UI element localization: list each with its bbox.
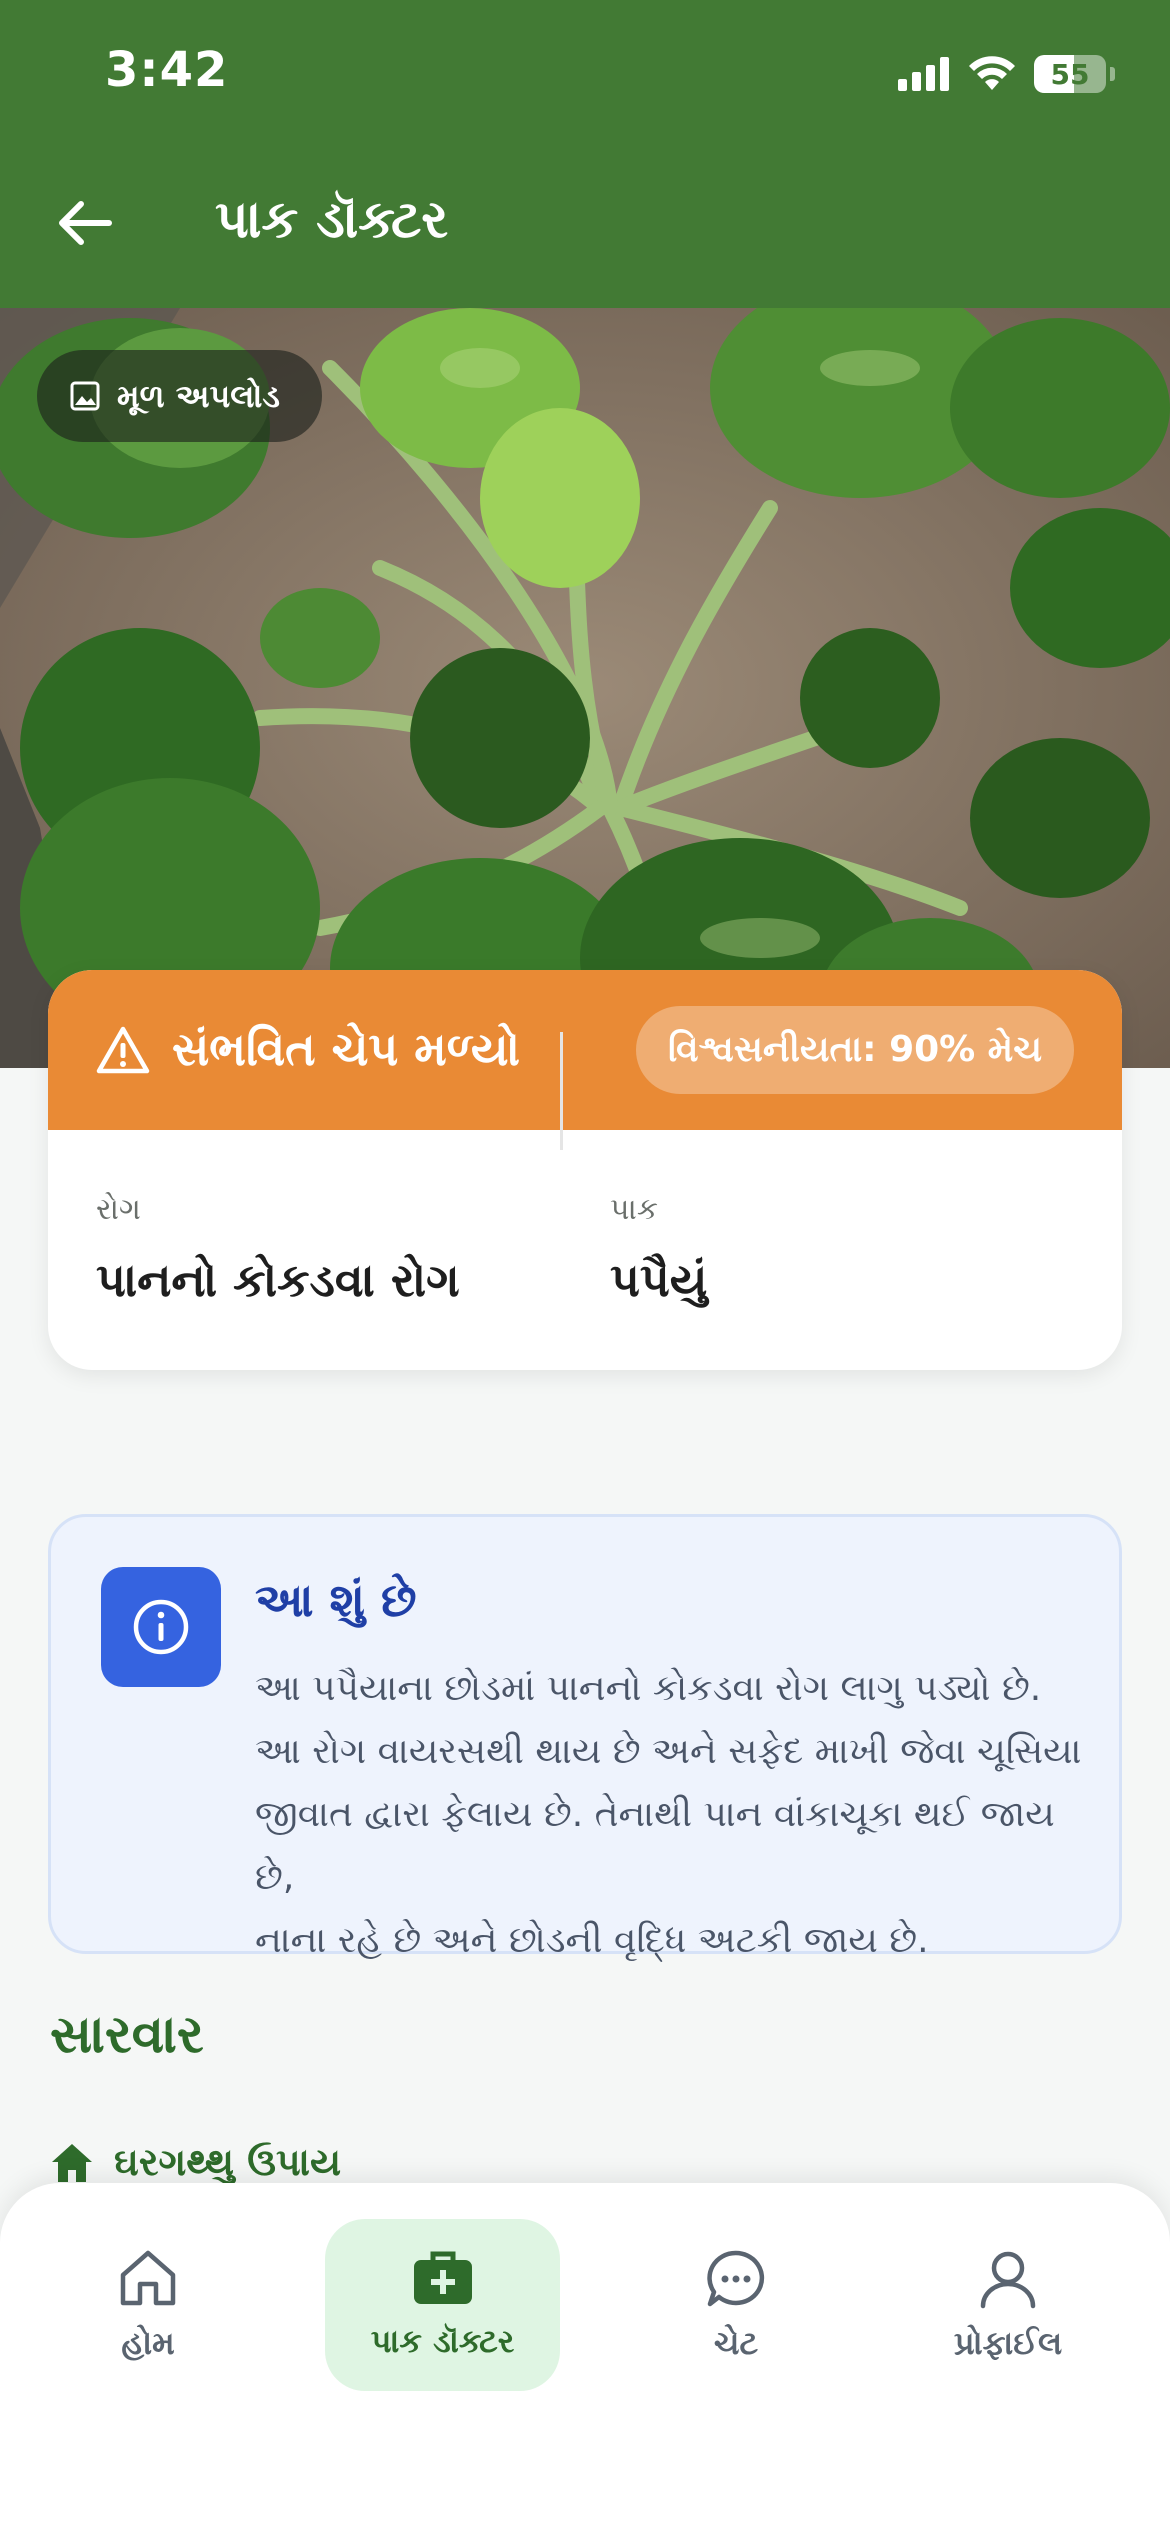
info-line: જીવાત દ્વારા ફેલાય છે. તેનાથી પાન વાંકાચ… bbox=[255, 1794, 1055, 1898]
battery-icon: 55 bbox=[1034, 55, 1106, 93]
original-upload-label: મૂળ અપલોડ bbox=[117, 376, 280, 415]
disease-value: પાનનો કોકડવા રોગ bbox=[96, 1253, 460, 1307]
info-icon bbox=[101, 1567, 221, 1687]
info-line: આ પપૈયાના છોડમાં પાનનો કોકડવા રોગ લાગુ પ… bbox=[255, 1668, 1042, 1709]
arrow-left-icon bbox=[59, 201, 112, 245]
app-header: 3:42 55 પાક ડૉક્ટર bbox=[0, 0, 1170, 308]
home-icon bbox=[120, 2250, 176, 2305]
disease-label: રોગ bbox=[96, 1192, 141, 1227]
back-button[interactable] bbox=[50, 188, 120, 258]
nav-profile-label: પ્રોફાઈલ bbox=[953, 2323, 1063, 2362]
status-icons: 55 bbox=[898, 50, 1115, 98]
crop-label: પાક bbox=[610, 1192, 658, 1227]
medical-kit-icon bbox=[413, 2251, 472, 2304]
disease-field: રોગ પાનનો કોકડવા રોગ bbox=[48, 1130, 560, 1370]
info-title: આ શું છે bbox=[255, 1573, 417, 1627]
wifi-icon bbox=[969, 56, 1015, 90]
status-time: 3:42 bbox=[105, 42, 229, 98]
battery-level: 55 bbox=[1050, 57, 1090, 91]
original-upload-button[interactable]: મૂળ અપલોડ bbox=[37, 350, 322, 442]
treatment-heading: સારવાર bbox=[50, 2005, 204, 2065]
diagnosis-header: સંભવિત ચેપ મળ્યો વિશ્વસનીયતા: 90% મેચ bbox=[48, 970, 1122, 1130]
nav-bar: પાક ડૉક્ટર bbox=[0, 170, 1170, 280]
nav-chat[interactable]: ચેટ bbox=[648, 2219, 824, 2391]
image-icon bbox=[70, 381, 100, 411]
home-remedies-heading[interactable]: ઘરગથ્થુ ઉપાય bbox=[50, 2140, 341, 2185]
crop-value: પપૈયું bbox=[610, 1253, 708, 1307]
bottom-navigation: હોમ પાક ડૉક્ટર ચેટ પ્રોફાઈલ bbox=[0, 2183, 1170, 2532]
crop-field: પાક પપૈયું bbox=[560, 1130, 1122, 1370]
nav-home[interactable]: હોમ bbox=[60, 2219, 236, 2391]
diagnosis-title: સંભવિત ચેપ મળ્યો bbox=[172, 1022, 521, 1076]
info-line: નાના રહે છે અને છોડની વૃદ્ધિ અટકી જાય છે… bbox=[255, 1920, 929, 1961]
home-filled-icon bbox=[52, 2143, 92, 2182]
what-is-this-box: આ શું છે આ પપૈયાના છોડમાં પાનનો કોકડવા ર… bbox=[48, 1514, 1122, 1961]
nav-chat-label: ચેટ bbox=[713, 2323, 759, 2362]
chat-icon bbox=[707, 2250, 765, 2306]
user-icon bbox=[980, 2251, 1036, 2308]
nav-crop-doctor[interactable]: પાક ડૉક્ટર bbox=[325, 2219, 560, 2391]
warning-icon bbox=[96, 1026, 150, 1074]
nav-crop-doctor-label: પાક ડૉક્ટર bbox=[370, 2321, 515, 2360]
diagnosis-card: સંભવિત ચેપ મળ્યો વિશ્વસનીયતા: 90% મેચ રો… bbox=[48, 970, 1122, 1370]
signal-icon bbox=[898, 57, 949, 91]
confidence-badge: વિશ્વસનીયતા: 90% મેચ bbox=[636, 1006, 1074, 1094]
page-title: પાક ડૉક્ટર bbox=[215, 190, 449, 250]
home-remedies-label: ઘરગથ્થુ ઉપાય bbox=[114, 2140, 342, 2184]
info-line: આ રોગ વાયરસથી થાય છે અને સફેદ માખી જેવા … bbox=[255, 1731, 1082, 1772]
diagnosis-details: રોગ પાનનો કોકડવા રોગ પાક પપૈયું bbox=[48, 1032, 1122, 1370]
info-description: આ પપૈયાના છોડમાં પાનનો કોકડવા રોગ લાગુ પ… bbox=[255, 1657, 1085, 1972]
status-bar: 3:42 55 bbox=[0, 0, 1170, 150]
nav-profile[interactable]: પ્રોફાઈલ bbox=[920, 2219, 1096, 2391]
nav-home-label: હોમ bbox=[121, 2323, 175, 2362]
